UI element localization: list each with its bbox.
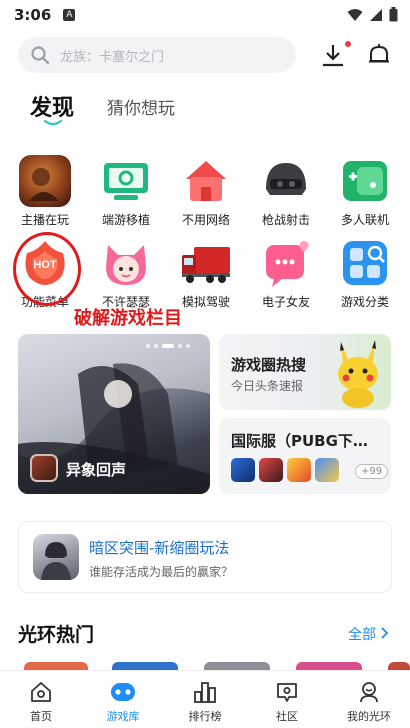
chevron-right-icon — [381, 627, 389, 639]
tab-guess-you-like[interactable]: 猜你想玩 — [107, 94, 175, 119]
notification-app-icon: A — [63, 9, 76, 21]
tab-discover[interactable]: 发现 — [30, 90, 74, 122]
category-label: 端游移植 — [101, 213, 150, 227]
carousel-indicator — [146, 344, 190, 348]
list-item-peek — [24, 662, 88, 670]
nav-profile[interactable]: 我的光环 — [328, 671, 410, 728]
signal-icon — [370, 8, 382, 21]
game-avatar — [30, 454, 58, 482]
list-item-peek — [204, 662, 270, 670]
section-more-link[interactable]: 全部 — [348, 624, 389, 644]
nav-label: 排行榜 — [188, 710, 222, 723]
list-item-peek — [296, 662, 362, 670]
search-input[interactable]: 龙族：卡塞尔之门 — [18, 37, 296, 73]
game-icon-row — [231, 458, 339, 482]
shooter-helmet-icon — [260, 155, 312, 207]
category-label: 主播在玩 — [20, 213, 69, 227]
nav-label: 我的光环 — [347, 710, 391, 723]
category-pc-port[interactable]: 端游移植 — [85, 155, 167, 228]
game-thumb-icon — [287, 458, 311, 482]
streamer-game-icon — [19, 155, 71, 207]
nav-label: 社区 — [276, 710, 298, 723]
game-thumb-icon — [315, 458, 339, 482]
category-grid-icon — [339, 237, 391, 289]
category-driving-sim[interactable]: 模拟驾驶 — [165, 237, 247, 310]
category-shooter[interactable]: 枪战射击 — [245, 155, 327, 228]
game-thumb-icon — [33, 534, 79, 580]
nav-home[interactable]: 首页 — [0, 671, 82, 728]
bottom-nav: 首页 游戏库 排行榜 社区 我的光环 — [0, 670, 410, 728]
notification-button[interactable] — [366, 42, 392, 68]
profile-icon — [356, 679, 382, 705]
banner-intl-title: 国际服（PUBG下载… — [231, 432, 381, 450]
category-virtual-girlfriend[interactable]: 电子女友 — [245, 237, 327, 310]
pikachu-icon — [338, 340, 378, 408]
status-bar: 3:06 A — [0, 0, 410, 30]
list-item-peek — [112, 662, 178, 670]
banner-hot-search[interactable]: 游戏圈热搜 今日头条速报 — [219, 334, 391, 410]
nav-community[interactable]: 社区 — [246, 671, 328, 728]
status-time: 3:06 — [14, 6, 52, 24]
battery-icon — [389, 7, 398, 22]
category-label: 枪战射击 — [261, 213, 310, 227]
category-label: 电子女友 — [261, 295, 310, 309]
feature-card-title: 暗区突围-新缩圈玩法 — [89, 539, 230, 557]
category-label: 游戏分类 — [340, 295, 389, 309]
more-count-badge: +99 — [355, 464, 389, 479]
banner-main[interactable]: 异象回声 — [18, 334, 210, 494]
multiplayer-icon — [339, 155, 391, 207]
category-streamer[interactable]: 主播在玩 — [4, 155, 86, 228]
wifi-icon — [347, 8, 363, 21]
feature-card[interactable]: 暗区突围-新缩圈玩法 谁能存活成为最后的赢家？ — [18, 521, 392, 593]
banner-main-title: 异象回声 — [66, 461, 127, 479]
game-thumb-icon — [259, 458, 283, 482]
anime-girl-icon — [100, 237, 152, 289]
highlight-ring — [13, 232, 81, 306]
status-indicators — [347, 7, 398, 22]
category-label: 模拟驾驶 — [181, 295, 230, 309]
download-button[interactable] — [320, 42, 346, 68]
nav-label: 首页 — [30, 710, 52, 723]
category-offline[interactable]: 不用网络 — [165, 155, 247, 228]
download-badge-dot — [345, 41, 351, 47]
offline-icon — [180, 155, 232, 207]
category-multiplayer[interactable]: 多人联机 — [324, 155, 406, 228]
community-icon — [274, 679, 300, 705]
feature-card-subtitle: 谁能存活成为最后的赢家？ — [89, 565, 234, 579]
section-title: 光环热门 — [18, 624, 95, 646]
download-icon — [323, 45, 343, 67]
category-no-nsfw[interactable]: 不许瑟瑟 — [85, 237, 167, 310]
pc-port-icon — [100, 155, 152, 207]
ranking-icon — [192, 679, 218, 705]
search-placeholder: 龙族：卡塞尔之门 — [60, 49, 165, 65]
nav-ranking[interactable]: 排行榜 — [164, 671, 246, 728]
home-icon — [28, 679, 54, 705]
truck-icon — [180, 237, 232, 289]
category-label: 多人联机 — [340, 213, 389, 227]
search-icon — [31, 46, 50, 65]
list-item-peek — [388, 662, 410, 670]
category-game-categories[interactable]: 游戏分类 — [324, 237, 406, 310]
tab-active-indicator — [44, 120, 62, 126]
nav-label: 游戏库 — [106, 710, 140, 723]
nav-game-library[interactable]: 游戏库 — [82, 671, 164, 728]
category-label: 不用网络 — [181, 213, 230, 227]
banner-international[interactable]: 国际服（PUBG下载… +99 — [219, 418, 391, 494]
gamepad-icon — [110, 679, 136, 705]
section-more-label: 全部 — [348, 627, 376, 643]
game-thumb-icon — [231, 458, 255, 482]
bell-icon — [369, 44, 389, 63]
annotation-text: 破解游戏栏目 — [74, 308, 182, 329]
banner-hot-subtitle: 今日头条速报 — [231, 379, 304, 393]
banner-hot-title: 游戏圈热搜 — [231, 356, 307, 374]
chat-heart-icon — [260, 237, 312, 289]
